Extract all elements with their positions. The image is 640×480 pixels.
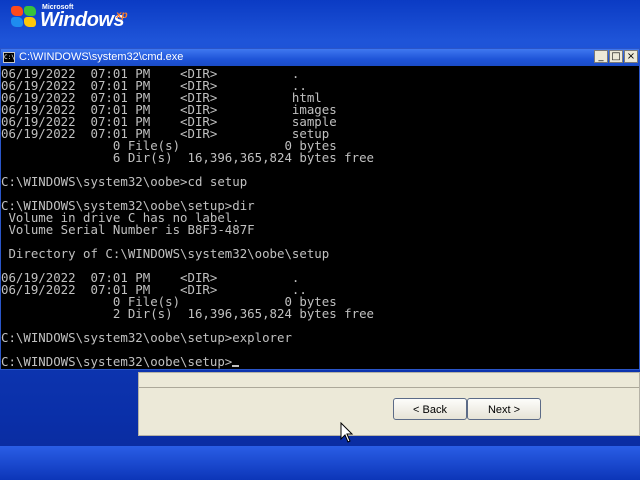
cmd-window-title: C:\WINDOWS\system32\cmd.exe	[19, 51, 184, 63]
mouse-pointer-icon	[340, 422, 354, 443]
console-line: C:\WINDOWS\system32\oobe\setup>explorer	[1, 330, 292, 345]
cmd-titlebar[interactable]: C:\ C:\WINDOWS\system32\cmd.exe _ □ ×	[1, 49, 639, 66]
console-line: 2 Dir(s) 16,396,365,824 bytes free	[1, 306, 374, 321]
windows-flag-icon	[10, 5, 38, 29]
setup-wizard-panel	[138, 372, 640, 436]
cmd-app-icon[interactable]: C:\	[3, 52, 15, 63]
console-line: 6 Dir(s) 16,396,365,824 bytes free	[1, 150, 374, 165]
console-output[interactable]: 06/19/2022 07:01 PM <DIR> . 06/19/2022 07…	[1, 68, 639, 369]
next-button[interactable]: Next >	[467, 398, 541, 420]
setup-bottom-band	[0, 446, 640, 480]
cmd-window[interactable]: C:\ C:\WINDOWS\system32\cmd.exe _ □ × 06…	[0, 48, 640, 370]
windows-xp-logo: Microsoft Windows xp	[10, 3, 140, 37]
close-button[interactable]: ×	[624, 50, 638, 63]
text-cursor	[232, 365, 240, 367]
xp-wordmark: xp	[116, 10, 128, 21]
minimize-button[interactable]: _	[594, 50, 608, 63]
console-line: Volume Serial Number is B8F3-487F	[1, 222, 255, 237]
console-line: Directory of C:\WINDOWS\system32\oobe\se…	[1, 246, 330, 261]
back-button[interactable]: < Back	[393, 398, 467, 420]
setup-divider	[139, 387, 639, 388]
maximize-button[interactable]: □	[609, 50, 623, 63]
console-line: C:\WINDOWS\system32\oobe\setup>	[1, 355, 639, 368]
console-line: C:\WINDOWS\system32\oobe>cd setup	[1, 174, 248, 189]
windows-wordmark: Windows	[40, 9, 125, 31]
